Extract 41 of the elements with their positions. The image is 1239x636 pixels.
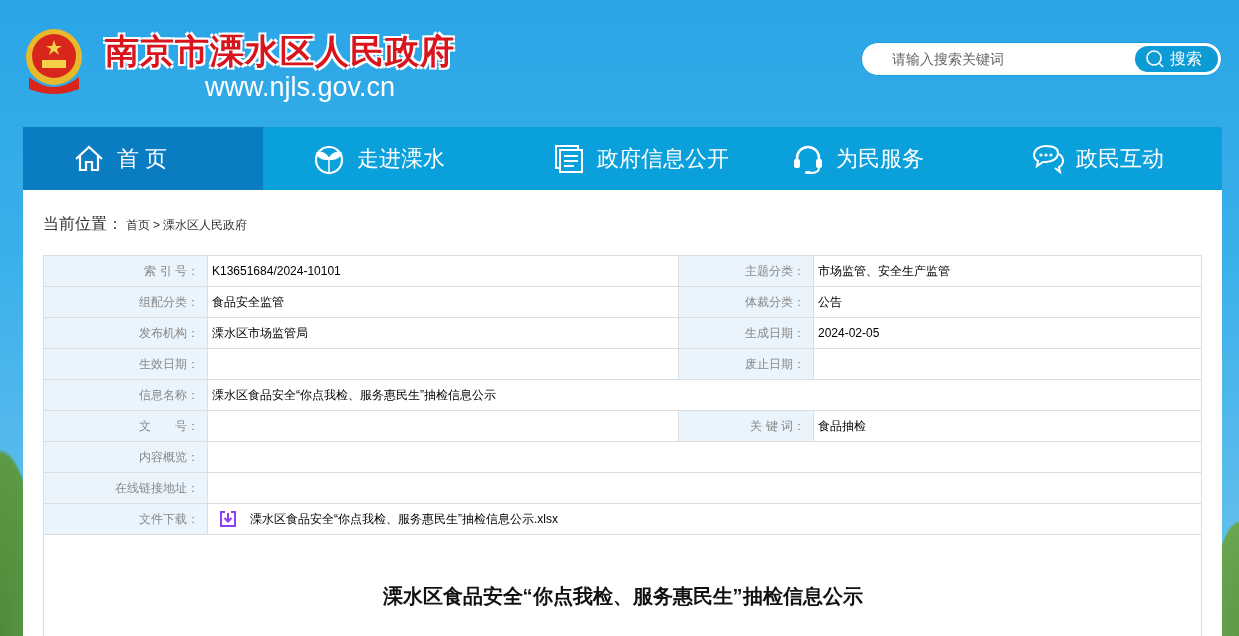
- field-label: 信息名称：: [44, 380, 208, 411]
- search-button[interactable]: 搜索: [1135, 46, 1218, 72]
- field-label: 文 号：: [44, 411, 208, 442]
- nav-tab[interactable]: 政府信息公开: [502, 127, 743, 190]
- nav-tab[interactable]: 政民互动: [982, 127, 1222, 190]
- field-label: 生成日期：: [679, 318, 814, 349]
- nav-tab[interactable]: 首 页: [23, 127, 263, 190]
- field-label: 发布机构：: [44, 318, 208, 349]
- field-label: 在线链接地址：: [44, 473, 208, 504]
- breadcrumb-link[interactable]: 溧水区人民政府: [163, 217, 247, 234]
- chat-bubbles-icon: [1032, 142, 1065, 175]
- field-label: 文件下载：: [44, 504, 208, 535]
- breadcrumb-link[interactable]: 首页: [126, 217, 150, 234]
- field-value: 公告: [814, 287, 1202, 318]
- field-label: 生效日期：: [44, 349, 208, 380]
- breadcrumb-separator: >: [153, 218, 160, 232]
- field-value: 市场监管、安全生产监管: [814, 256, 1202, 287]
- file-link[interactable]: 溧水区食品安全“你点我检、服务惠民生”抽检信息公示.xlsx: [220, 510, 558, 528]
- site-title: 南京市溧水区人民政府: [105, 31, 455, 71]
- field-value: K13651684/2024-10101: [208, 256, 679, 287]
- field-label: 关 键 词：: [679, 411, 814, 442]
- field-value: 溧水区市场监管局: [208, 318, 679, 349]
- search-field[interactable]: 请输入搜索关键词 搜索: [861, 42, 1222, 76]
- field-label: 索 引 号：: [44, 256, 208, 287]
- breadcrumb-label: 当前位置：: [43, 214, 123, 234]
- field-label: 组配分类：: [44, 287, 208, 318]
- nav-tab[interactable]: 为民服务: [742, 127, 983, 190]
- site-url: www.njls.gov.cn: [204, 71, 396, 103]
- field-value: 2024-02-05: [814, 318, 1202, 349]
- search-icon: [1145, 49, 1165, 69]
- field-label: 体裁分类：: [679, 287, 814, 318]
- download-icon: [220, 511, 236, 527]
- nav-tab[interactable]: 走进溧水: [262, 127, 503, 190]
- emblem-icon: [23, 27, 85, 97]
- document-board-icon: [552, 142, 585, 175]
- field-label: 废止日期：: [679, 349, 814, 380]
- article-title: 溧水区食品安全“你点我检、服务惠民生”抽检信息公示: [382, 584, 863, 609]
- field-value: 食品安全监管: [208, 287, 679, 318]
- field-label: 内容概览：: [44, 442, 208, 473]
- field-label: 主题分类：: [679, 256, 814, 287]
- field-value: 食品抽检: [814, 411, 1202, 442]
